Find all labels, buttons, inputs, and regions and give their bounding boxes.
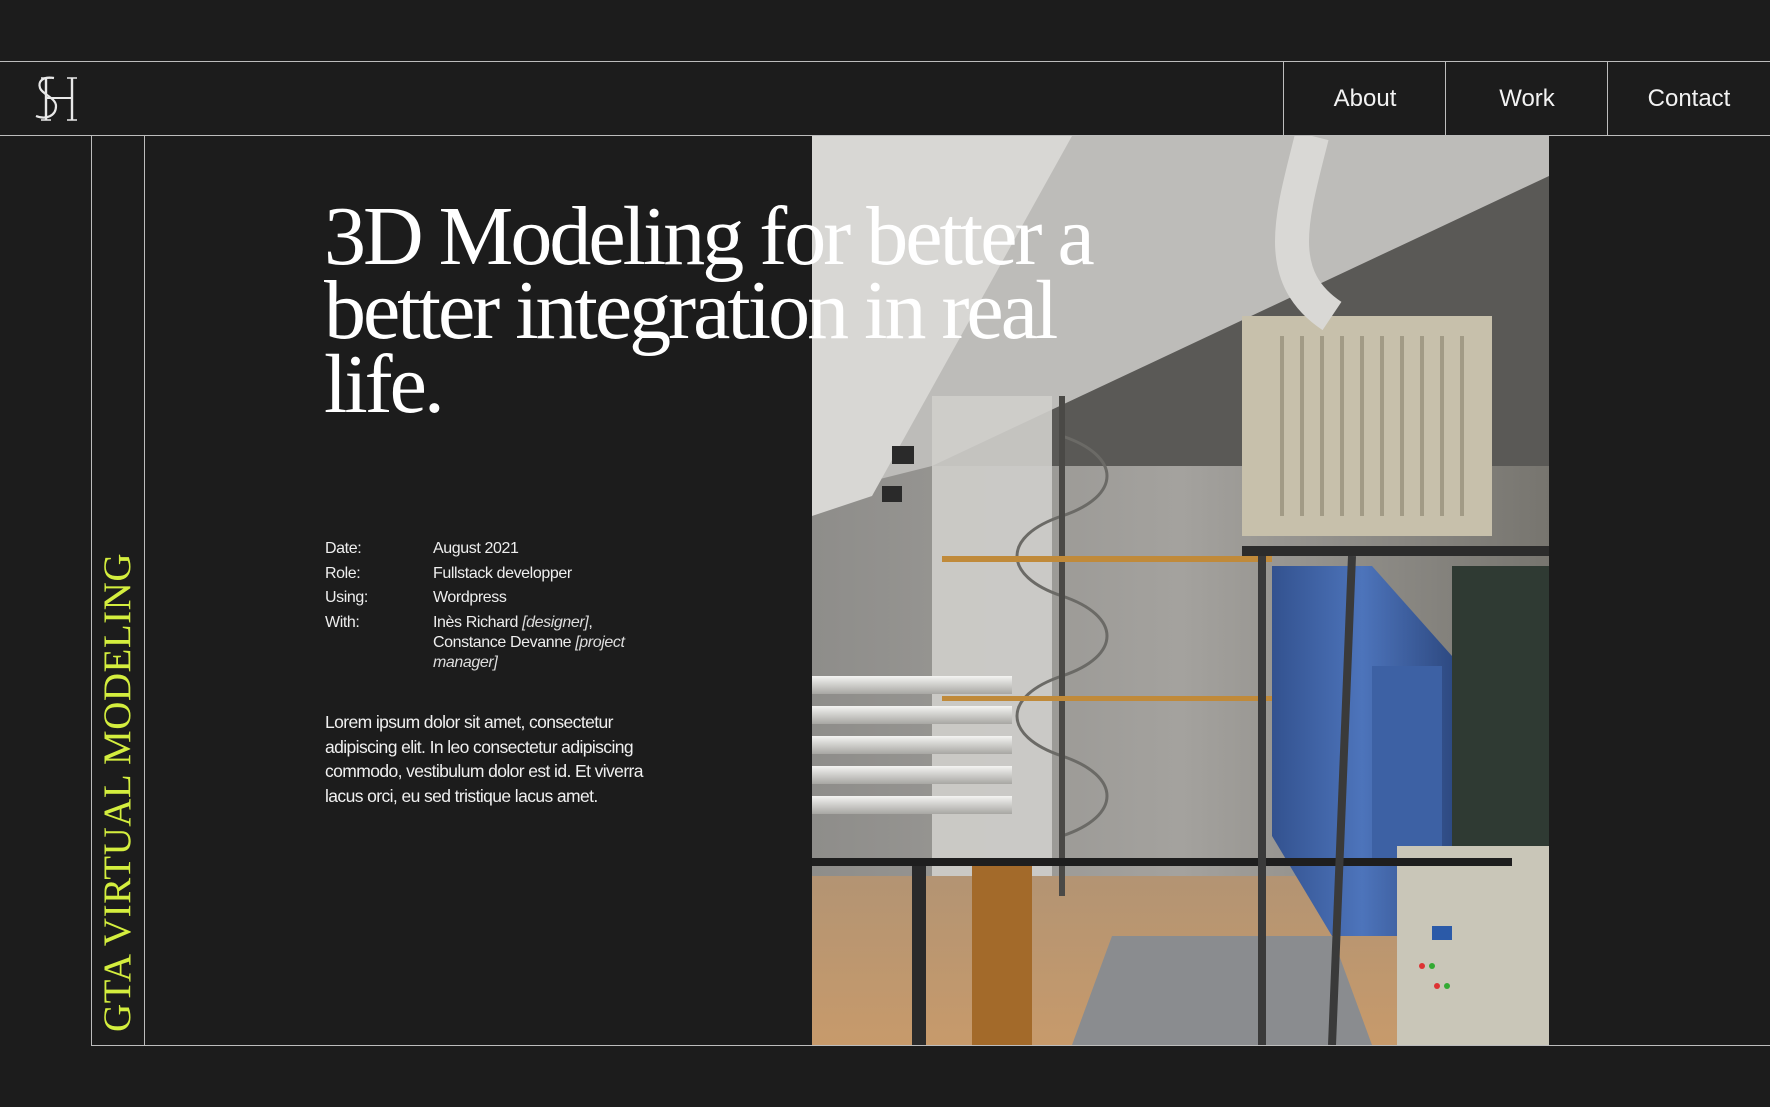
nav-contact[interactable]: Contact [1608, 62, 1770, 135]
meta-row-role: Role: Fullstack developper [325, 562, 663, 587]
project-meta: Date: August 2021 Role: Fullstack develo… [325, 537, 663, 673]
collaborator-separator: , [588, 613, 593, 631]
project-side-label: GTA VIRTUAL MODELING [96, 553, 139, 1032]
collaborator-name: Constance Devanne [433, 633, 572, 651]
content-bottom-border [91, 1045, 1770, 1046]
logo-mark-icon [35, 76, 77, 121]
collaborator-name: Inès Richard [433, 613, 519, 631]
nav-work[interactable]: Work [1446, 62, 1608, 135]
meta-value-date: August 2021 [433, 540, 519, 557]
sidebar-left-border [91, 136, 92, 1046]
home-logo[interactable] [34, 74, 80, 124]
meta-row-with: With: Inès Richard [designer], Constance… [325, 611, 663, 673]
project-description: Lorem ipsum dolor sit amet, consectetur … [325, 712, 644, 806]
meta-label: Date: [325, 540, 362, 557]
meta-label: With: [325, 613, 360, 631]
sidebar-right-border [144, 136, 145, 1046]
project-title: 3D Modeling for better a better integrat… [324, 190, 1095, 431]
meta-label: Using: [325, 589, 368, 606]
meta-value-with: Inès Richard [designer], Constance Devan… [433, 611, 663, 673]
meta-row-using: Using: Wordpress [325, 586, 663, 611]
meta-row-date: Date: August 2021 [325, 537, 663, 562]
collaborator-role: [designer] [522, 613, 589, 631]
nav-about[interactable]: About [1284, 62, 1446, 135]
meta-label: Role: [325, 564, 361, 582]
meta-value-using: Wordpress [433, 589, 507, 606]
meta-value-role: Fullstack developper [433, 564, 572, 582]
